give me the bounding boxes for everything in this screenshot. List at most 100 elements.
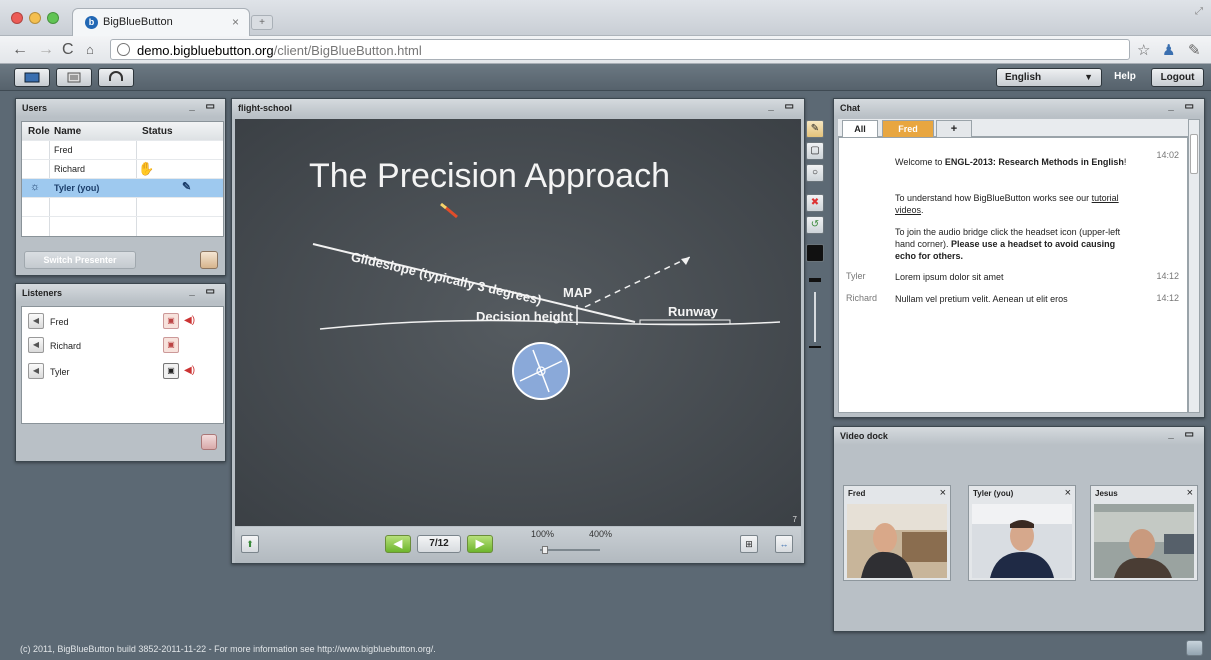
close-icon[interactable]: × xyxy=(1187,487,1193,499)
bookmark-star-icon[interactable]: ☆ xyxy=(1137,41,1150,59)
tab-all[interactable]: All xyxy=(842,120,878,137)
home-icon[interactable]: ⌂ xyxy=(86,40,94,60)
video-dock-title: Video dock xyxy=(840,431,888,441)
switch-presenter-button[interactable]: Switch Presenter xyxy=(24,251,136,269)
table-row xyxy=(22,198,223,217)
speaker-icon[interactable]: ◀ xyxy=(28,337,44,353)
list-item: ◀ Tyler ▣ ◀) xyxy=(28,363,218,383)
slide-label-runway: Runway xyxy=(668,304,718,319)
users-panel-header: Users _ ▭ xyxy=(16,99,225,117)
color-picker-icon[interactable] xyxy=(806,244,824,262)
tab-close-icon[interactable]: × xyxy=(232,15,239,29)
logout-button[interactable]: Logout xyxy=(1151,68,1204,87)
zoom-slider[interactable] xyxy=(540,549,600,551)
scrollbar-thumb[interactable] xyxy=(1190,134,1198,174)
window-controls-icon[interactable]: _ ▭ xyxy=(1168,101,1198,112)
extension-icon[interactable]: ♟ xyxy=(1162,41,1175,59)
window-controls-icon[interactable]: _ ▭ xyxy=(1168,429,1198,440)
video-tile[interactable]: Fred × xyxy=(843,485,951,581)
fit-to-page-icon[interactable]: ⊞ xyxy=(740,535,758,553)
headset-button[interactable] xyxy=(98,68,134,87)
slide-number: 7 xyxy=(792,515,797,524)
speaker-icon[interactable]: ◀ xyxy=(28,363,44,379)
headset-icon xyxy=(109,71,123,81)
page-indicator[interactable]: 7/12 xyxy=(417,535,461,553)
user-name: Fred xyxy=(54,145,73,155)
fullscreen-icon[interactable]: ⤢ xyxy=(1195,6,1203,17)
table-row[interactable]: Fred xyxy=(22,141,223,160)
video-tile[interactable]: Tyler (you) × xyxy=(968,485,1076,581)
next-slide-button[interactable]: ▶ xyxy=(467,535,493,553)
chat-panel: Chat _ ▭ All Fred + 14:02 Welcome to ENG… xyxy=(833,98,1205,418)
zoom-slider-thumb[interactable] xyxy=(542,546,548,554)
webcam-icon xyxy=(67,72,81,83)
minimize-window-button[interactable] xyxy=(29,12,41,24)
window-controls-icon[interactable]: _ ▭ xyxy=(189,101,219,112)
close-icon[interactable]: × xyxy=(940,487,946,499)
column-header-status[interactable]: Status xyxy=(142,126,173,137)
chat-tabs: All Fred + xyxy=(838,119,1188,137)
tab-add[interactable]: + xyxy=(936,120,972,137)
user-name: Tyler (you) xyxy=(54,183,100,193)
bigbluebutton-app: English ▼ Help Logout Users _ ▭ Role Nam… xyxy=(0,64,1211,660)
chat-panel-title: Chat xyxy=(840,103,860,113)
webcam-video xyxy=(847,504,947,578)
table-row xyxy=(22,217,223,236)
window-controls-icon[interactable]: _ ▭ xyxy=(768,101,798,112)
browser-tab[interactable]: b BigBlueButton × xyxy=(72,8,250,36)
new-tab-button[interactable]: + xyxy=(251,15,273,30)
video-tile[interactable]: Jesus × xyxy=(1090,485,1198,581)
table-row[interactable]: ☼ Tyler (you) ✎ xyxy=(22,179,223,198)
url-field[interactable]: demo.bigbluebutton.org/client/BigBlueBut… xyxy=(110,39,1130,60)
zoom-max-label: 400% xyxy=(589,529,613,539)
column-header-role[interactable]: Role xyxy=(28,126,50,137)
webcam-button[interactable] xyxy=(56,68,92,87)
stroke-thickness-icon xyxy=(809,278,821,282)
table-header: Role Name Status xyxy=(22,122,223,141)
tab-fred[interactable]: Fred xyxy=(882,120,934,137)
undo-icon[interactable]: ↺ xyxy=(806,216,824,234)
zoom-min-label: 100% xyxy=(531,529,555,539)
slide-title: The Precision Approach xyxy=(309,157,670,195)
video-dock-header: Video dock _ ▭ xyxy=(834,427,1204,445)
message-sender: Tyler xyxy=(846,271,866,281)
close-icon[interactable]: × xyxy=(1065,487,1071,499)
back-arrow-icon[interactable]: ← xyxy=(12,40,28,60)
desktop-share-button[interactable] xyxy=(14,68,50,87)
mute-all-button[interactable] xyxy=(201,434,217,450)
table-row[interactable]: Richard ✋ xyxy=(22,160,223,179)
lock-icon[interactable]: ▣ xyxy=(163,313,179,329)
globe-icon xyxy=(117,43,130,56)
layout-icon[interactable] xyxy=(1186,640,1203,656)
lock-icon[interactable]: ▣ xyxy=(163,337,179,353)
lock-icon[interactable]: ▣ xyxy=(163,363,179,379)
column-header-name[interactable]: Name xyxy=(54,126,81,137)
reload-icon[interactable]: C xyxy=(62,40,74,60)
raise-hand-button[interactable] xyxy=(200,251,218,269)
rectangle-tool-icon[interactable]: ▢ xyxy=(806,142,824,160)
ellipse-tool-icon[interactable]: ○ xyxy=(806,164,824,182)
whiteboard-slide[interactable]: The Precision Approach Glideslope (typic… xyxy=(235,119,801,526)
window-controls-icon[interactable]: _ ▭ xyxy=(189,286,219,297)
language-select[interactable]: English ▼ xyxy=(996,68,1102,87)
help-link[interactable]: Help xyxy=(1107,68,1143,87)
clear-board-icon[interactable]: ✖ xyxy=(806,194,824,212)
volume-icon: ◀) xyxy=(184,315,196,326)
tutorial-message: To understand how BigBlueButton works se… xyxy=(895,193,1119,215)
close-window-button[interactable] xyxy=(11,12,23,24)
previous-slide-button[interactable]: ◀ xyxy=(385,535,411,553)
video-name: Tyler (you) xyxy=(973,489,1014,498)
chat-scrollbar[interactable] xyxy=(1188,119,1200,413)
message-time: 14:12 xyxy=(1156,271,1179,281)
webcam-video xyxy=(1094,504,1194,578)
browser-tabbar: b BigBlueButton × + ⤢ xyxy=(0,0,1211,36)
welcome-message: Welcome to ENGL-2013: Research Methods i… xyxy=(895,157,1127,167)
speaker-icon[interactable]: ◀ xyxy=(28,313,44,329)
wrench-icon[interactable]: ✎ xyxy=(1188,41,1201,59)
pencil-tool-icon[interactable]: ✎ xyxy=(806,120,824,138)
forward-arrow-icon[interactable]: → xyxy=(38,40,54,60)
upload-icon[interactable]: ⬆ xyxy=(241,535,259,553)
thickness-slider[interactable] xyxy=(814,292,816,342)
zoom-window-button[interactable] xyxy=(47,12,59,24)
fit-to-width-icon[interactable]: ↔ xyxy=(775,535,793,553)
